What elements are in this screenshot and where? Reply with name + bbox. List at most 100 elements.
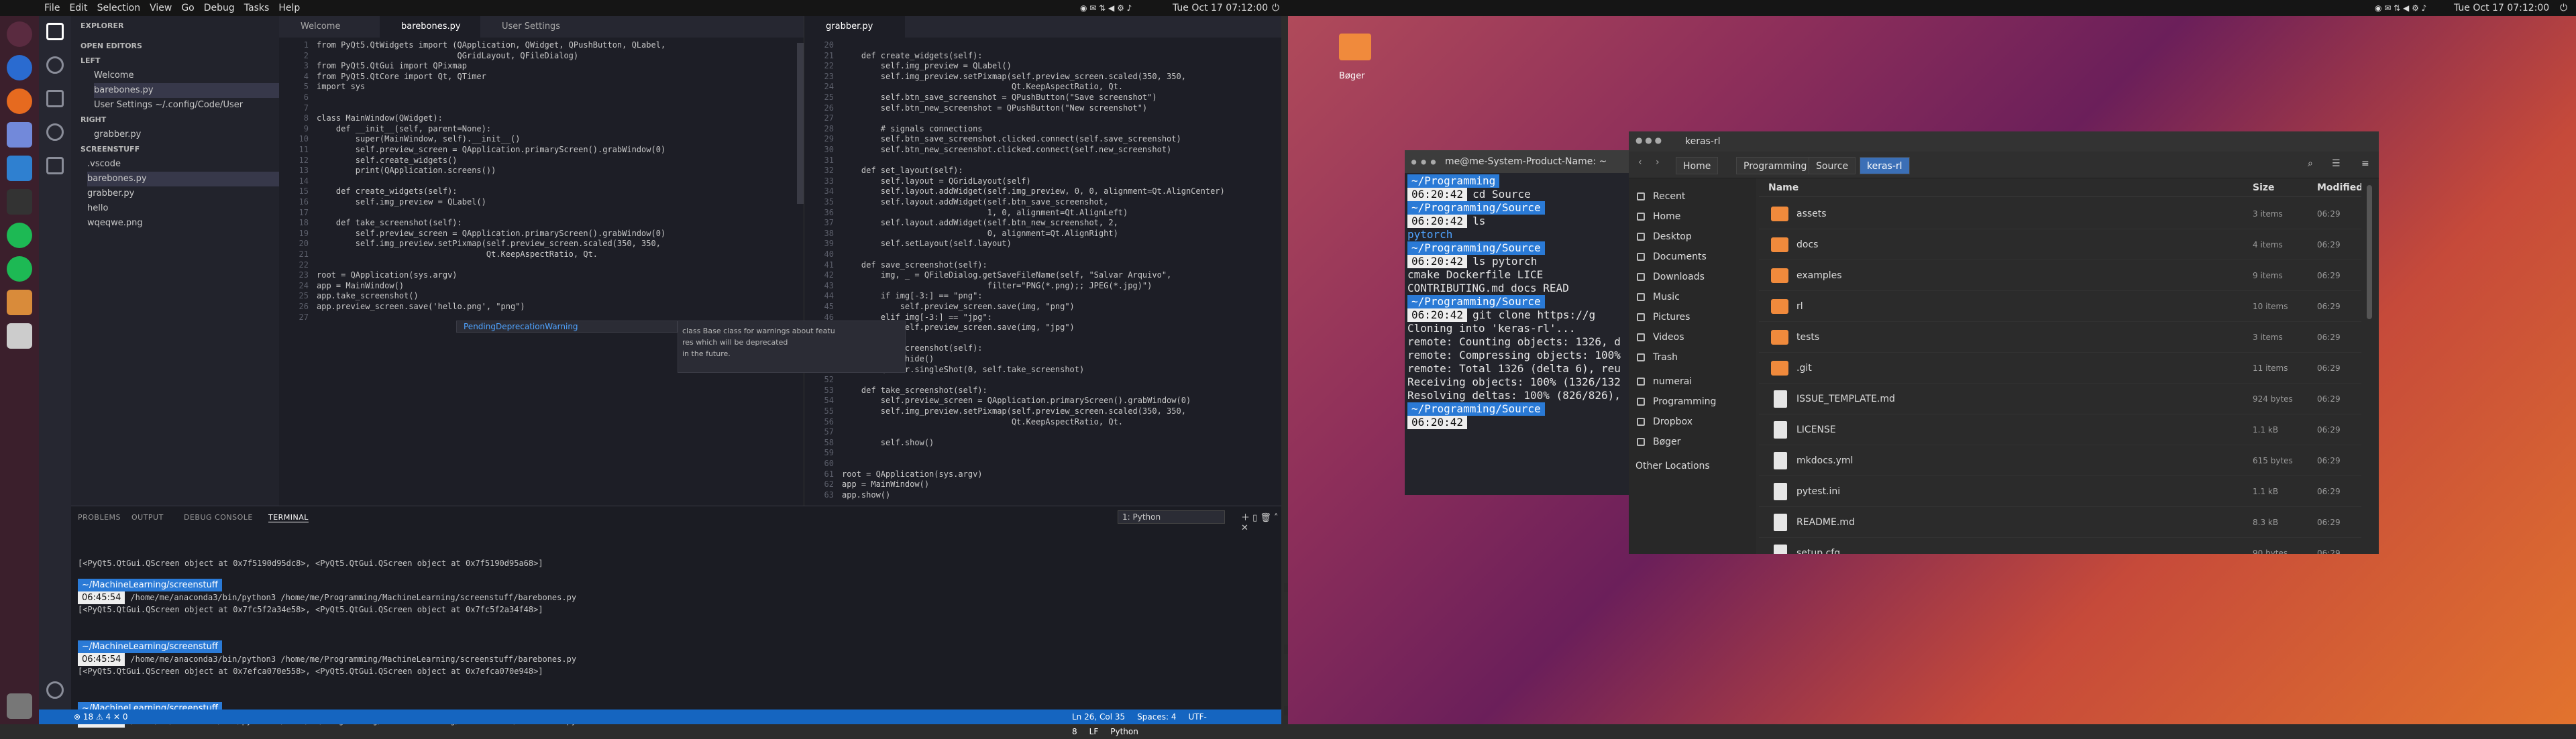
code-line[interactable]: from PyQt5.QtWidgets import (QApplicatio… <box>317 40 665 50</box>
places-item[interactable]: Home <box>1653 207 1680 227</box>
code-line[interactable]: Qt.KeepAspectRatio, Qt. <box>842 417 1123 427</box>
editor-tab[interactable]: User Settings <box>480 16 581 38</box>
menu-item-tasks[interactable]: Tasks <box>244 3 270 13</box>
code-line[interactable]: class MainWindow(QWidget): <box>317 113 443 123</box>
status-item[interactable]: Ln 26, Col 35 <box>1072 712 1125 722</box>
debug-icon[interactable] <box>46 123 64 141</box>
status-item[interactable]: LF <box>1089 727 1099 736</box>
editor-left[interactable]: 1 from PyQt5.QtWidgets import (QApplicati… <box>279 38 804 506</box>
tray-icons[interactable]: ◉ ✉ ⇅ ◀ ⚙ ♪ <box>1080 4 1161 12</box>
code-line[interactable]: 1, 0, alignment=Qt.AlignLeft) <box>842 208 1128 217</box>
status-item[interactable]: Python <box>1110 727 1138 736</box>
code-line[interactable]: super(MainWindow, self).__init__() <box>317 134 521 144</box>
spotify-icon[interactable] <box>7 223 32 248</box>
editor-tab[interactable]: barebones.py <box>380 16 480 38</box>
code-line[interactable]: 0, alignment=Qt.AlignRight) <box>842 229 1118 238</box>
discord-icon[interactable] <box>7 122 32 148</box>
file-tree-item[interactable]: hello <box>87 201 279 216</box>
file-row[interactable]: .git 11 items 06:29 <box>1759 353 2361 384</box>
breadcrumb-keras-rl[interactable]: keras-rl <box>1860 157 1910 174</box>
panel-tab-terminal[interactable]: TERMINAL <box>268 513 309 522</box>
places-item[interactable]: Documents <box>1653 247 1707 267</box>
menu-item-go[interactable]: Go <box>181 3 194 13</box>
clock[interactable]: Tue Oct 17 07:12:00 <box>1173 0 1268 16</box>
menu-item-help[interactable]: Help <box>278 3 300 13</box>
places-item[interactable]: Other Locations <box>1635 456 1710 476</box>
menu-item-file[interactable]: File <box>44 3 60 13</box>
code-line[interactable]: def create_widgets(self): <box>842 51 983 60</box>
terminal-actions-icon[interactable]: ＋ ▯ 🗑 ˄ ✕ <box>1241 510 1281 533</box>
code-line[interactable]: self.layout.addWidget(self.btn_new_scree… <box>842 218 1118 227</box>
file-row[interactable]: pytest.ini 1.1 kB 06:29 <box>1759 476 2361 507</box>
code-line[interactable]: def set_layout(self): <box>842 166 963 175</box>
file-row[interactable]: tests 3 items 06:29 <box>1759 322 2361 353</box>
code-line[interactable]: def create_widgets(self): <box>317 186 458 196</box>
code-line[interactable]: QGridLayout, QFileDialog) <box>317 51 579 60</box>
places-item[interactable]: Dropbox <box>1653 412 1693 432</box>
search-icon[interactable] <box>46 56 64 74</box>
vscode-icon[interactable] <box>7 156 32 181</box>
code-line[interactable]: self.preview_screen.save(img, "png") <box>842 302 1075 311</box>
search-dash-icon[interactable] <box>7 21 32 47</box>
scrollbar[interactable] <box>797 43 804 204</box>
modified-header[interactable]: Modified <box>2317 178 2361 197</box>
code-line[interactable]: self.create_widgets() <box>317 156 458 165</box>
code-line[interactable]: self.btn_new_screenshot.clicked.connect(… <box>842 145 1171 154</box>
desktop-folder-icon[interactable] <box>1339 34 1371 60</box>
code-line[interactable]: self.preview_screen = QApplication.prima… <box>317 145 665 154</box>
code-line[interactable]: self.btn_save_screenshot.clicked.connect… <box>842 134 1181 144</box>
file-row[interactable]: rl 10 items 06:29 <box>1759 291 2361 322</box>
file-row[interactable]: README.md 8.3 kB 06:29 <box>1759 507 2361 538</box>
code-line[interactable]: self.img_preview = QLabel() <box>842 61 1012 70</box>
power-icon[interactable]: ⏻ <box>2560 3 2567 13</box>
places-item[interactable]: Pictures <box>1653 307 1690 327</box>
clock[interactable]: Tue Oct 17 07:12:00 <box>2454 0 2549 16</box>
editor-right[interactable]: 20 21 def create_widgets(self): 22 self.im… <box>804 38 1281 506</box>
problems-count[interactable]: ⊗ 18 ⚠ 4 ✕ 0 <box>74 709 127 724</box>
panel-tab-debug-console[interactable]: DEBUG CONSOLE <box>184 513 253 522</box>
places-item[interactable]: Trash <box>1653 347 1678 367</box>
code-line[interactable]: self.img_preview.setPixmap(self.preview_… <box>317 239 661 248</box>
settings-gear-icon[interactable] <box>46 681 64 699</box>
open-editor-item[interactable]: barebones.py <box>94 83 279 98</box>
menu-item-selection[interactable]: Selection <box>97 3 141 13</box>
file-row[interactable]: docs 4 items 06:29 <box>1759 229 2361 260</box>
file-tree-item[interactable]: grabber.py <box>87 186 279 201</box>
project-header[interactable]: SCREENSTUFF <box>80 142 288 157</box>
drive-icon[interactable] <box>7 323 32 349</box>
file-row[interactable]: LICENSE 1.1 kB 06:29 <box>1759 414 2361 445</box>
code-line[interactable]: import sys <box>317 82 365 91</box>
scrollbar[interactable] <box>2367 185 2372 319</box>
breadcrumb-source[interactable]: Source <box>1809 157 1856 174</box>
code-line[interactable]: app = MainWindow() <box>317 281 404 290</box>
code-line[interactable]: img, _ = QFileDialog.getSaveFileName(sel… <box>842 270 1171 280</box>
places-item[interactable]: Programming <box>1653 392 1716 412</box>
search-icon[interactable]: ⌕ <box>2308 158 2313 169</box>
status-item[interactable]: Spaces: 4 <box>1137 712 1176 722</box>
code-line[interactable]: def save_screenshot(self): <box>842 260 987 270</box>
file-row[interactable]: setup.cfg 90 bytes 06:29 <box>1759 538 2361 554</box>
title-bar[interactable]: keras-rl <box>1629 131 2379 152</box>
terminal-icon[interactable] <box>7 189 32 215</box>
menu-item-edit[interactable]: Edit <box>69 3 87 13</box>
code-line[interactable]: print(QApplication.screens()) <box>317 166 496 175</box>
chrome-icon[interactable] <box>7 55 32 80</box>
title-bar[interactable]: me@me-System-Product-Name: ~ <box>1405 150 1660 173</box>
code-line[interactable]: from PyQt5.QtGui import QPixmap <box>317 61 467 70</box>
file-row[interactable]: assets 3 items 06:29 <box>1759 198 2361 229</box>
file-tree-item[interactable]: barebones.py <box>87 172 279 186</box>
code-line[interactable]: self.setLayout(self.layout) <box>842 239 1012 248</box>
code-line[interactable]: # signals connections <box>842 124 983 133</box>
places-item[interactable]: Recent <box>1653 186 1685 207</box>
places-item[interactable]: numerai <box>1653 372 1692 392</box>
menu-icon[interactable]: ≡ <box>2361 158 2369 169</box>
breadcrumb-programming[interactable]: Programming <box>1736 157 1815 174</box>
extensions-icon[interactable] <box>46 157 64 174</box>
code-line[interactable]: self.layout = QGridLayout(self) <box>842 176 1031 186</box>
panel-tab-output[interactable]: OUTPUT <box>131 513 164 522</box>
view-toggle-icon[interactable]: ☰ <box>2332 158 2341 169</box>
file-tree-item[interactable]: wqeqwe.png <box>87 216 279 231</box>
code-line[interactable]: if img[-3:] == "png": <box>842 291 983 300</box>
desktop-folder-label[interactable]: Bøger <box>1339 71 1364 81</box>
code-line[interactable]: def __init__(self, parent=None): <box>317 124 491 133</box>
